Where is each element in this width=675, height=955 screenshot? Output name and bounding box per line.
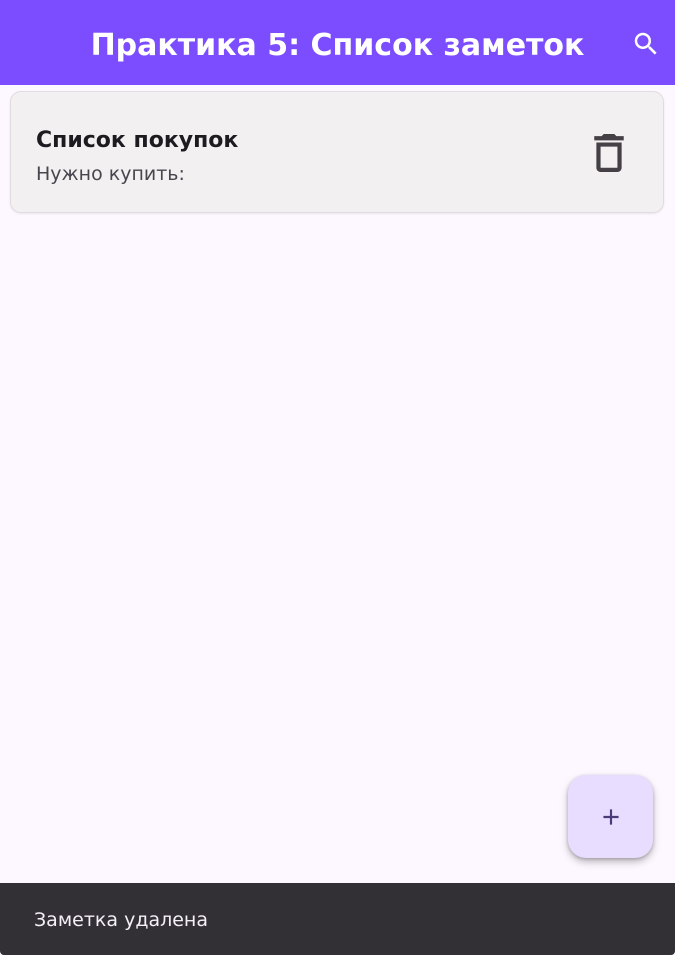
snackbar-message: Заметка удалена (34, 909, 208, 931)
snackbar: Заметка удалена (0, 883, 675, 955)
note-card[interactable]: Список покупок Нужно купить: (10, 91, 664, 213)
plus-icon (602, 808, 619, 825)
search-button[interactable] (626, 24, 666, 64)
delete-icon (594, 134, 624, 172)
note-title: Список покупок (36, 128, 239, 153)
app-bar: Практика 5: Список заметок (0, 0, 675, 85)
add-note-button[interactable] (568, 775, 653, 858)
note-subtitle: Нужно купить: (36, 163, 185, 185)
app-bar-title: Практика 5: Список заметок (90, 28, 585, 63)
delete-note-button[interactable] (591, 132, 627, 174)
search-icon (634, 32, 657, 55)
